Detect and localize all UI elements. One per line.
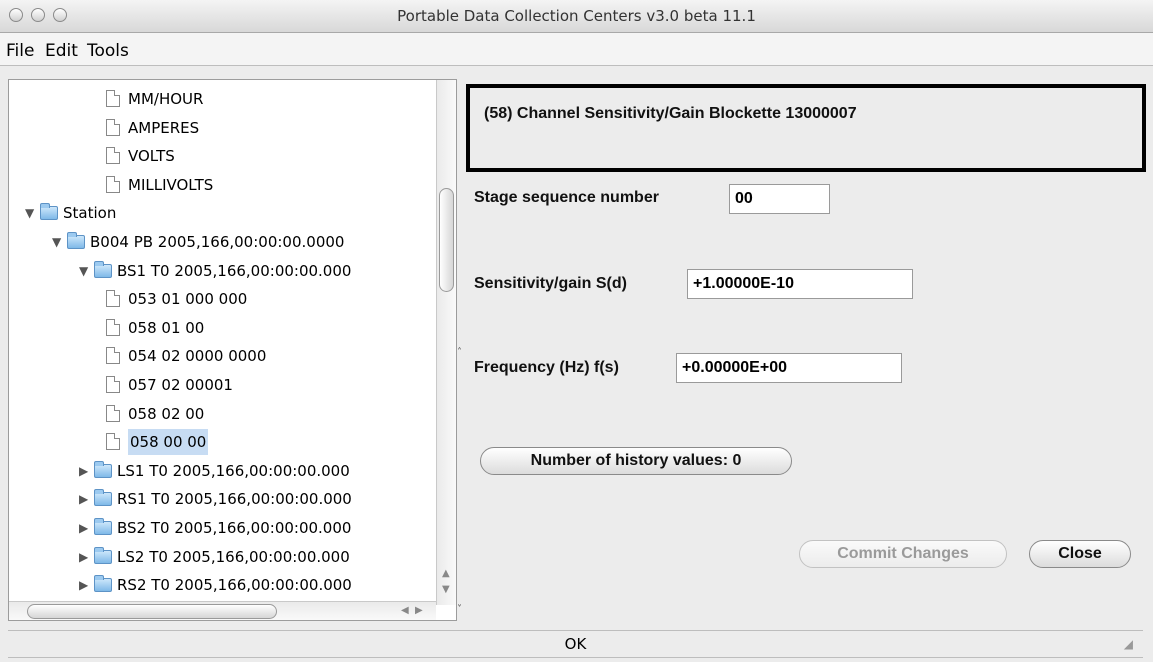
tree-row[interactable]: 054 02 0000 0000 [9, 343, 435, 369]
menu-edit[interactable]: Edit [45, 41, 78, 61]
tree-row-label-selected: 058 00 00 [128, 429, 209, 456]
scroll-left-arrow-icon[interactable]: ◀ [401, 605, 409, 616]
tree-row[interactable]: ▶ BS2 T0 2005,166,00:00:00.000 [9, 515, 435, 541]
tree-row-label: LS2 T0 2005,166,00:00:00.000 [117, 547, 350, 566]
scroll-down-arrow-icon[interactable]: ▼ [442, 584, 450, 595]
tree-row-label: AMPERES [128, 118, 200, 137]
tree-row[interactable]: ▶ LS1 T0 2005,166,00:00:00.000 [9, 458, 435, 484]
tree-vertical-scrollbar[interactable]: ▲ ▼ [436, 80, 456, 605]
tree-row[interactable]: ▶ RS2 T0 2005,166,00:00:00.000 [9, 572, 435, 598]
folder-icon [94, 546, 112, 564]
status-text: OK [564, 635, 587, 653]
tree-row[interactable]: 058 00 00 [9, 429, 435, 456]
tree-row-label: VOLTS [128, 147, 175, 166]
folder-icon [94, 489, 112, 507]
document-icon [106, 376, 120, 393]
tree-row-label: Station [63, 204, 117, 223]
tree-row[interactable]: ▼ B004 PB 2005,166,00:00:00.0000 [9, 229, 435, 255]
document-icon [106, 318, 120, 336]
menu-file[interactable]: File [6, 41, 34, 61]
status-bar: OK ◢ [8, 630, 1143, 658]
folder-icon [40, 203, 58, 221]
tree-row[interactable]: MILLIVOLTS [9, 172, 435, 198]
expanded-triangle-icon[interactable]: ▼ [25, 200, 34, 226]
tree-row[interactable]: MM/HOUR [9, 86, 435, 112]
tree-row-label: RS2 T0 2005,166,00:00:00.000 [117, 576, 352, 595]
tree-row-label: MILLIVOLTS [128, 175, 214, 194]
tree-row-label: BS1 T0 2005,166,00:00:00.000 [117, 261, 352, 280]
tree-row[interactable]: 058 01 00 [9, 315, 435, 341]
collapsed-triangle-icon[interactable]: ▶ [79, 486, 88, 512]
collapsed-triangle-icon[interactable]: ▶ [79, 515, 88, 541]
commit-changes-button[interactable]: Commit Changes [799, 540, 1007, 568]
document-icon [106, 118, 120, 136]
tree-row[interactable]: ▼ Station [9, 200, 435, 226]
expanded-triangle-icon[interactable]: ▼ [79, 258, 88, 284]
frequency-label: Frequency (Hz) f(s) [474, 359, 619, 376]
folder-icon [94, 575, 112, 593]
menu-tools[interactable]: Tools [87, 41, 129, 61]
folder-icon [94, 518, 112, 535]
expand-arrow-icon[interactable]: ˅ [457, 604, 462, 615]
tree-row-label: 058 02 00 [128, 404, 205, 423]
resize-grip-icon[interactable]: ◢ [1124, 637, 1133, 651]
tree-row[interactable]: ▶ RS1 T0 2005,166,00:00:00.000 [9, 486, 435, 512]
blockette-title: (58) Channel Sensitivity/Gain Blockette … [484, 105, 857, 122]
blockette-header-box: (58) Channel Sensitivity/Gain Blockette … [466, 84, 1146, 172]
tree-row-label: RS1 T0 2005,166,00:00:00.000 [117, 490, 352, 509]
tree-row[interactable]: 053 01 000 000 [9, 286, 435, 312]
tree-pane[interactable]: MM/HOUR AMPERES VOLTS MILLIVOLTS ▼ Station ▼ B0… [8, 79, 457, 621]
tree-row-label: BS2 T0 2005,166,00:00:00.000 [117, 519, 352, 537]
document-icon [106, 90, 120, 107]
document-icon [106, 147, 120, 165]
tree-row-label: 054 02 0000 0000 [128, 347, 267, 366]
tree-row[interactable]: ▼ BS1 T0 2005,166,00:00:00.000 [9, 258, 435, 284]
document-icon [106, 290, 120, 308]
tree-row[interactable]: 057 02 00001 [9, 372, 435, 398]
close-button[interactable]: Close [1029, 540, 1131, 568]
split-pane-divider[interactable]: ˄ ˅ [457, 79, 464, 621]
tree-row-label: LS1 T0 2005,166,00:00:00.000 [117, 461, 350, 480]
tree-row-label: B004 PB 2005,166,00:00:00.0000 [90, 233, 345, 251]
tree-horizontal-scroll-thumb[interactable] [27, 604, 277, 619]
tree-row[interactable]: AMPERES [9, 115, 435, 141]
tree-row-label: MM/HOUR [128, 90, 204, 108]
collapsed-triangle-icon[interactable]: ▶ [79, 458, 88, 484]
collapse-arrow-icon[interactable]: ˄ [457, 347, 462, 358]
scroll-right-arrow-icon[interactable]: ▶ [415, 605, 423, 616]
window-title: Portable Data Collection Centers v3.0 be… [397, 7, 756, 25]
menu-bar: File Edit Tools [0, 33, 1153, 66]
tree-row-label: 058 01 00 [128, 318, 205, 337]
sensitivity-gain-label: Sensitivity/gain S(d) [474, 275, 627, 292]
document-icon [106, 433, 120, 451]
tree-row[interactable]: ▶ LS2 T0 2005,166,00:00:00.000 [9, 544, 435, 570]
stage-sequence-label: Stage sequence number [474, 189, 659, 206]
collapsed-triangle-icon[interactable]: ▶ [79, 572, 88, 598]
window-titlebar: Portable Data Collection Centers v3.0 be… [0, 0, 1153, 33]
document-icon [106, 347, 120, 365]
document-icon [106, 404, 120, 422]
scroll-up-arrow-icon[interactable]: ▲ [442, 568, 450, 579]
frequency-input[interactable]: +0.00000E+00 [676, 353, 902, 383]
sensitivity-gain-input[interactable]: +1.00000E-10 [687, 269, 913, 299]
tree-vertical-scroll-thumb[interactable] [439, 188, 454, 292]
stage-sequence-input[interactable]: 00 [729, 184, 830, 214]
document-icon [106, 175, 120, 193]
folder-icon [94, 460, 112, 478]
folder-icon [67, 232, 85, 249]
tree-row[interactable]: 058 02 00 [9, 401, 435, 427]
tree-row-label: 057 02 00001 [128, 376, 233, 394]
history-values-button[interactable]: Number of history values: 0 [480, 447, 792, 475]
collapsed-triangle-icon[interactable]: ▶ [79, 544, 88, 570]
tree-row-label: 053 01 000 000 [128, 290, 248, 309]
tree-horizontal-scrollbar[interactable]: ◀ ▶ [9, 601, 436, 620]
tree-row[interactable]: VOLTS [9, 143, 435, 169]
folder-icon [94, 260, 112, 278]
expanded-triangle-icon[interactable]: ▼ [52, 229, 61, 255]
